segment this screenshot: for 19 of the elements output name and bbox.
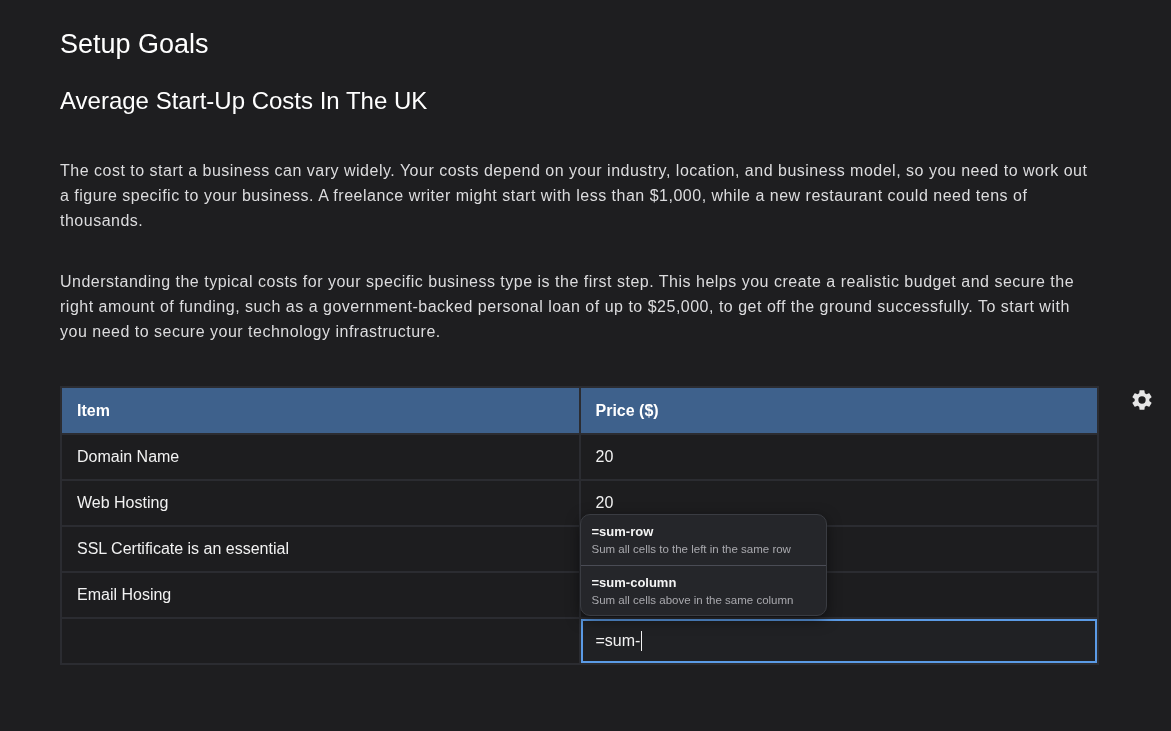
column-header: Price ($) bbox=[579, 387, 1098, 434]
command-name: =sum-row bbox=[591, 523, 654, 540]
command-description: Sum all cells to the left in the same row bbox=[591, 542, 791, 557]
command-name: =sum-column bbox=[591, 574, 677, 591]
settings-icon[interactable] bbox=[1132, 390, 1152, 410]
body-paragraph: Understanding the typical costs for your specific business type is the first step. This helps you create a realistic budget and secure the right amount of funding, such as a government-backed personal loan of up to $25,000, to get off the ground successfully. To start with you need to secure your technology infrastructure. bbox=[60, 272, 1076, 342]
text-cursor bbox=[641, 631, 643, 651]
table-cell: SSL Certificate is an essential bbox=[61, 526, 580, 572]
table-cell: Email Hosing bbox=[61, 572, 580, 618]
command-description: Sum all cells above in the same column bbox=[591, 593, 794, 608]
table-cell: Web Hosting bbox=[61, 480, 580, 526]
section-heading: Average Start-Up Costs In The UK bbox=[60, 86, 428, 116]
body-paragraph: The cost to start a business can vary widely. Your costs depend on your industry, location, and business model, so you need to work out a figure specific to your business. A freelance writer might start with less than $1,000, while a new restaurant could need tens of thousands. bbox=[60, 161, 1089, 231]
formula-input[interactable]: =sum- bbox=[580, 619, 1097, 663]
suggestion-item[interactable]: =sum-column Sum all cells above in the same column bbox=[580, 565, 826, 615]
table-cell: 20 bbox=[579, 434, 1098, 480]
page-title: Setup Goals bbox=[60, 28, 209, 60]
column-header: Item bbox=[61, 387, 580, 434]
table-cell: Domain Name bbox=[61, 434, 580, 480]
